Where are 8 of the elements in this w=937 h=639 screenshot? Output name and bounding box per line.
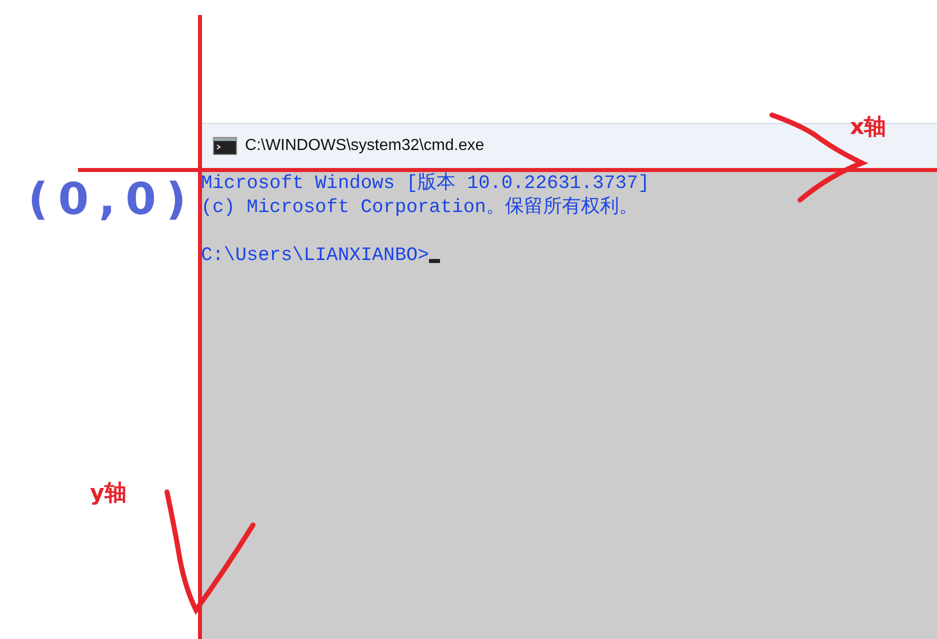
console-line: Microsoft Windows [版本 10.0.22631.3737] [201, 171, 650, 195]
origin-label: (0,0) [28, 174, 196, 225]
command-prompt: C:\Users\LIANXIANBO> [201, 243, 430, 267]
window-title: C:\WINDOWS\system32\cmd.exe [245, 137, 484, 155]
text-cursor [429, 259, 440, 263]
y-axis-label: y轴 [90, 480, 126, 508]
terminal-icon [213, 137, 237, 155]
console-line: (c) Microsoft Corporation。保留所有权利。 [201, 195, 638, 219]
